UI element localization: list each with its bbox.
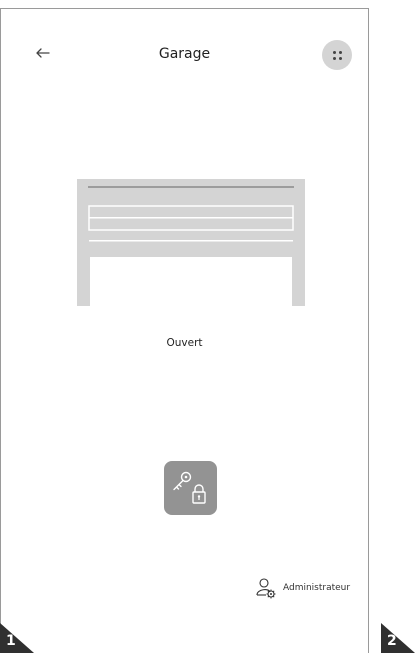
step-badge-2: 2 — [381, 623, 415, 653]
dots-grid-icon — [333, 51, 336, 54]
lock-toggle-button[interactable] — [164, 461, 217, 515]
user-role: Administrateur — [255, 577, 350, 599]
key-lock-icon — [173, 471, 206, 504]
role-label: Administrateur — [283, 583, 351, 593]
user-settings-icon — [256, 578, 276, 599]
page-title: Garage — [158, 46, 211, 62]
phone-screen: Garage Ouvert Administrateur — [0, 8, 369, 653]
garage-door-illustration — [77, 179, 305, 306]
menu-button[interactable] — [322, 40, 352, 70]
door-status: Ouvert — [166, 337, 203, 349]
step-badge-2-label: 2 — [387, 633, 397, 649]
